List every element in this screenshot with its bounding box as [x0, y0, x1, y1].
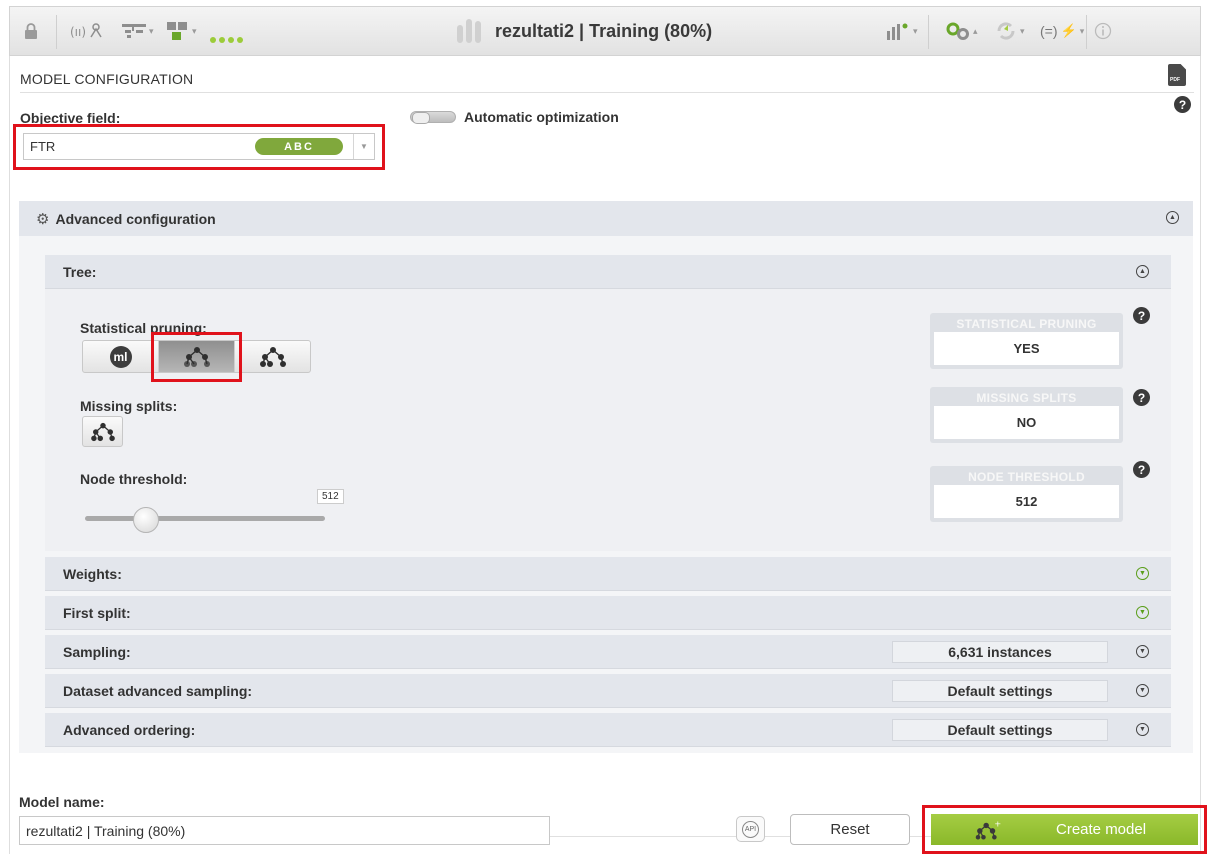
slider-handle[interactable]: [133, 507, 159, 533]
formula-icon[interactable]: (=) ⚡ ▾: [1040, 19, 1084, 43]
expand-icon[interactable]: ▼: [1136, 684, 1149, 697]
summary-caption: NODE THRESHOLD: [968, 470, 1085, 484]
smart-pruning-button[interactable]: ml: [83, 341, 159, 372]
help-icon[interactable]: ?: [1133, 307, 1150, 324]
section-title: Advanced ordering:: [63, 721, 196, 738]
summary-value: YES: [934, 332, 1119, 365]
section-title: First split:: [63, 604, 131, 621]
objective-field-select[interactable]: FTR ABC ▼: [23, 133, 375, 160]
summary-caption: MISSING SPLITS: [976, 391, 1077, 405]
advanced-configuration-header[interactable]: ⚙ Advanced configuration ▲: [19, 201, 1193, 236]
node-threshold-slider[interactable]: [85, 516, 325, 521]
tree-structure-icon[interactable]: ▾: [122, 19, 154, 43]
toolbar-separator: [1086, 15, 1087, 49]
summary-caption: STATISTICAL PRUNING: [956, 317, 1097, 331]
chevron-down-icon: ▴: [973, 25, 978, 36]
tree-section-title: Tree:: [63, 263, 97, 280]
top-toolbar: (ıı) ▾ ▾ rezultati2 | Training (80%) ▾ ▴…: [9, 6, 1201, 56]
automatic-optimization[interactable]: Automatic optimization: [410, 109, 619, 125]
info-icon[interactable]: [1094, 19, 1112, 43]
node-threshold-value: 512: [317, 489, 344, 504]
expand-icon[interactable]: ▼: [1136, 606, 1149, 619]
api-button[interactable]: API: [736, 816, 765, 842]
expand-icon[interactable]: ▼: [1136, 645, 1149, 658]
toolbar-title-group: rezultati2 | Training (80%): [457, 19, 712, 43]
statistical-pruning-summary: STATISTICAL PRUNING YES: [930, 313, 1123, 369]
model-name-label: Model name:: [19, 794, 105, 810]
collapse-icon[interactable]: ▲: [1166, 211, 1179, 224]
missing-splits-button[interactable]: [82, 416, 123, 447]
chevron-down-icon: ▾: [149, 25, 154, 36]
create-model-label: Create model: [1056, 821, 1147, 838]
svg-text:+: +: [994, 820, 1001, 828]
chevron-down-icon: ▾: [192, 25, 197, 36]
help-icon[interactable]: ?: [1133, 389, 1150, 406]
toolbar-separator: [928, 15, 929, 49]
dataset-bars-icon: [457, 19, 481, 43]
help-icon[interactable]: ?: [1133, 461, 1150, 478]
summary-value: 512: [934, 485, 1119, 518]
chart-icon[interactable]: ▾: [886, 19, 918, 43]
help-icon[interactable]: ?: [1174, 96, 1191, 113]
tree-icon: [259, 346, 286, 367]
objective-field-value: FTR: [30, 139, 56, 154]
missing-splits-label: Missing splits:: [80, 398, 178, 414]
chevron-down-icon: ▾: [913, 25, 918, 36]
advanced-ordering-value: Default settings: [892, 719, 1108, 741]
refresh-icon[interactable]: ▾: [995, 19, 1025, 43]
section-title: Sampling:: [63, 643, 131, 660]
svg-text:(ıı): (ıı): [70, 25, 86, 39]
reset-button[interactable]: Reset: [790, 814, 910, 845]
chevron-down-icon: ▾: [1079, 25, 1085, 36]
node-threshold-label: Node threshold:: [80, 471, 188, 487]
summary-icon[interactable]: ▾: [167, 19, 197, 43]
missing-splits-summary: MISSING SPLITS NO: [930, 387, 1123, 443]
automatic-optimization-toggle[interactable]: [410, 111, 456, 124]
create-model-button[interactable]: + Create model: [931, 814, 1198, 845]
tree-section-header[interactable]: Tree: ▲: [45, 255, 1171, 289]
model-name-input[interactable]: [19, 816, 550, 845]
first-split-section-header[interactable]: First split: ▼: [45, 596, 1171, 630]
advanced-configuration-title: Advanced configuration: [55, 210, 216, 227]
expand-icon[interactable]: ▼: [1136, 723, 1149, 736]
section-title: Weights:: [63, 565, 122, 582]
chevron-down-icon[interactable]: ▼: [353, 134, 374, 159]
gears-icon: ⚙: [36, 210, 50, 228]
divider: [20, 92, 1194, 93]
configure-gears-icon[interactable]: ▴: [946, 19, 978, 43]
chevron-down-icon: ▾: [1020, 25, 1025, 36]
highlight-box: [151, 332, 242, 382]
pdf-icon[interactable]: [1168, 64, 1186, 86]
collapse-icon[interactable]: ▲: [1136, 265, 1149, 278]
section-title: MODEL CONFIGURATION: [20, 71, 194, 87]
model-title: rezultati2 | Training (80%): [495, 20, 713, 41]
dataset-fields-icon[interactable]: (ıı): [70, 19, 104, 43]
no-pruning-button[interactable]: [235, 341, 310, 372]
create-tree-icon: +: [975, 820, 1001, 840]
progress-dots-icon: [210, 28, 243, 52]
dataset-advanced-sampling-value: Default settings: [892, 680, 1108, 702]
field-type-badge: ABC: [255, 138, 343, 155]
expand-icon[interactable]: ▼: [1136, 567, 1149, 580]
weights-section-header[interactable]: Weights: ▼: [45, 557, 1171, 591]
section-title: Dataset advanced sampling:: [63, 682, 253, 699]
lock-icon[interactable]: [24, 19, 38, 43]
node-threshold-summary: NODE THRESHOLD 512: [930, 466, 1123, 522]
tree-icon: [90, 422, 115, 441]
sampling-value: 6,631 instances: [892, 641, 1108, 663]
summary-value: NO: [934, 406, 1119, 439]
toolbar-separator: [56, 15, 57, 49]
automatic-optimization-label: Automatic optimization: [464, 109, 619, 125]
api-icon: API: [742, 820, 759, 838]
ml-icon: ml: [109, 345, 132, 368]
